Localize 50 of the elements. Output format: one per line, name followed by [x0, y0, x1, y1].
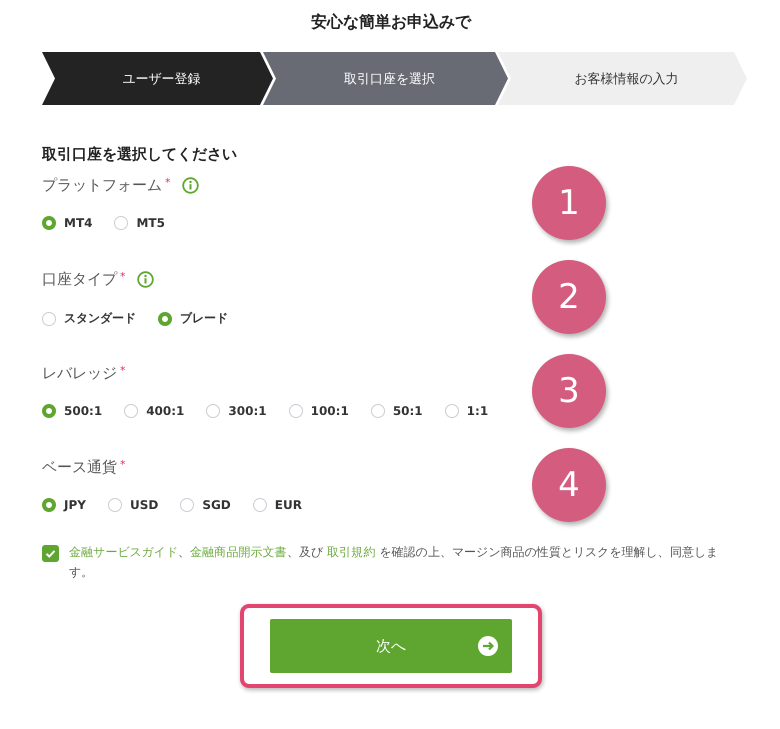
radio-button[interactable]: [108, 498, 122, 512]
required-mark: *: [120, 458, 126, 471]
field-label: 口座タイプ: [42, 270, 117, 288]
radio-option[interactable]: 1:1: [444, 404, 488, 418]
arrow-right-icon: [478, 636, 498, 656]
radio-button[interactable]: [158, 312, 172, 326]
number-badge: 1: [532, 166, 606, 240]
radio-option[interactable]: 500:1: [42, 404, 102, 418]
radio-option[interactable]: JPY: [42, 498, 86, 512]
radio-button[interactable]: [180, 498, 194, 512]
radio-button[interactable]: [206, 404, 220, 418]
radio-button[interactable]: [288, 404, 303, 418]
radio-button[interactable]: [124, 404, 138, 418]
radio-option[interactable]: 100:1: [288, 404, 349, 418]
checkbox[interactable]: [42, 545, 59, 562]
radio-button[interactable]: [370, 404, 385, 418]
radio-option[interactable]: ブレード: [158, 310, 228, 327]
required-mark: *: [165, 176, 170, 189]
number-badge: 4: [532, 448, 606, 522]
radio-option[interactable]: EUR: [252, 498, 302, 512]
info-icon[interactable]: [182, 176, 198, 194]
radio-button[interactable]: [444, 404, 459, 418]
radio-option[interactable]: 300:1: [206, 404, 267, 418]
progress-step: お客様情報の入力: [498, 52, 747, 105]
info-icon[interactable]: [136, 270, 154, 288]
required-mark: *: [120, 270, 126, 283]
radio-option[interactable]: USD: [108, 498, 158, 512]
radio-option[interactable]: MT4: [42, 216, 92, 230]
field-label: レバレッジ: [42, 364, 117, 382]
progress-step: 取引口座を選択: [263, 52, 508, 105]
page-title: 安心な簡単お申込みで: [310, 11, 473, 33]
radio-button[interactable]: [42, 498, 56, 512]
radio-option[interactable]: 50:1: [370, 404, 423, 418]
progress-step: ユーザー登録: [42, 52, 273, 105]
number-badge: 3: [532, 354, 606, 428]
radio-button[interactable]: [114, 216, 128, 230]
required-mark: *: [120, 364, 126, 377]
field-label: ベース通貨: [42, 458, 117, 476]
radio-button[interactable]: [42, 216, 56, 230]
radio-option[interactable]: SGD: [180, 498, 231, 512]
number-badge: 2: [532, 260, 606, 334]
radio-option[interactable]: 400:1: [124, 404, 184, 418]
radio-option[interactable]: MT5: [114, 216, 165, 230]
radio-button[interactable]: [252, 498, 267, 512]
radio-button[interactable]: [42, 404, 56, 418]
field-label: プラットフォーム: [42, 176, 162, 194]
section-heading: 取引口座を選択してください: [42, 145, 238, 164]
radio-option[interactable]: スタンダード: [42, 310, 136, 327]
agreement-text: 金融サービスガイド、金融商品開示文書、及び 取引規約 を確認の上、マージン商品の性質とリスクを理解し、同意します。: [69, 544, 720, 581]
radio-button[interactable]: [42, 312, 56, 326]
